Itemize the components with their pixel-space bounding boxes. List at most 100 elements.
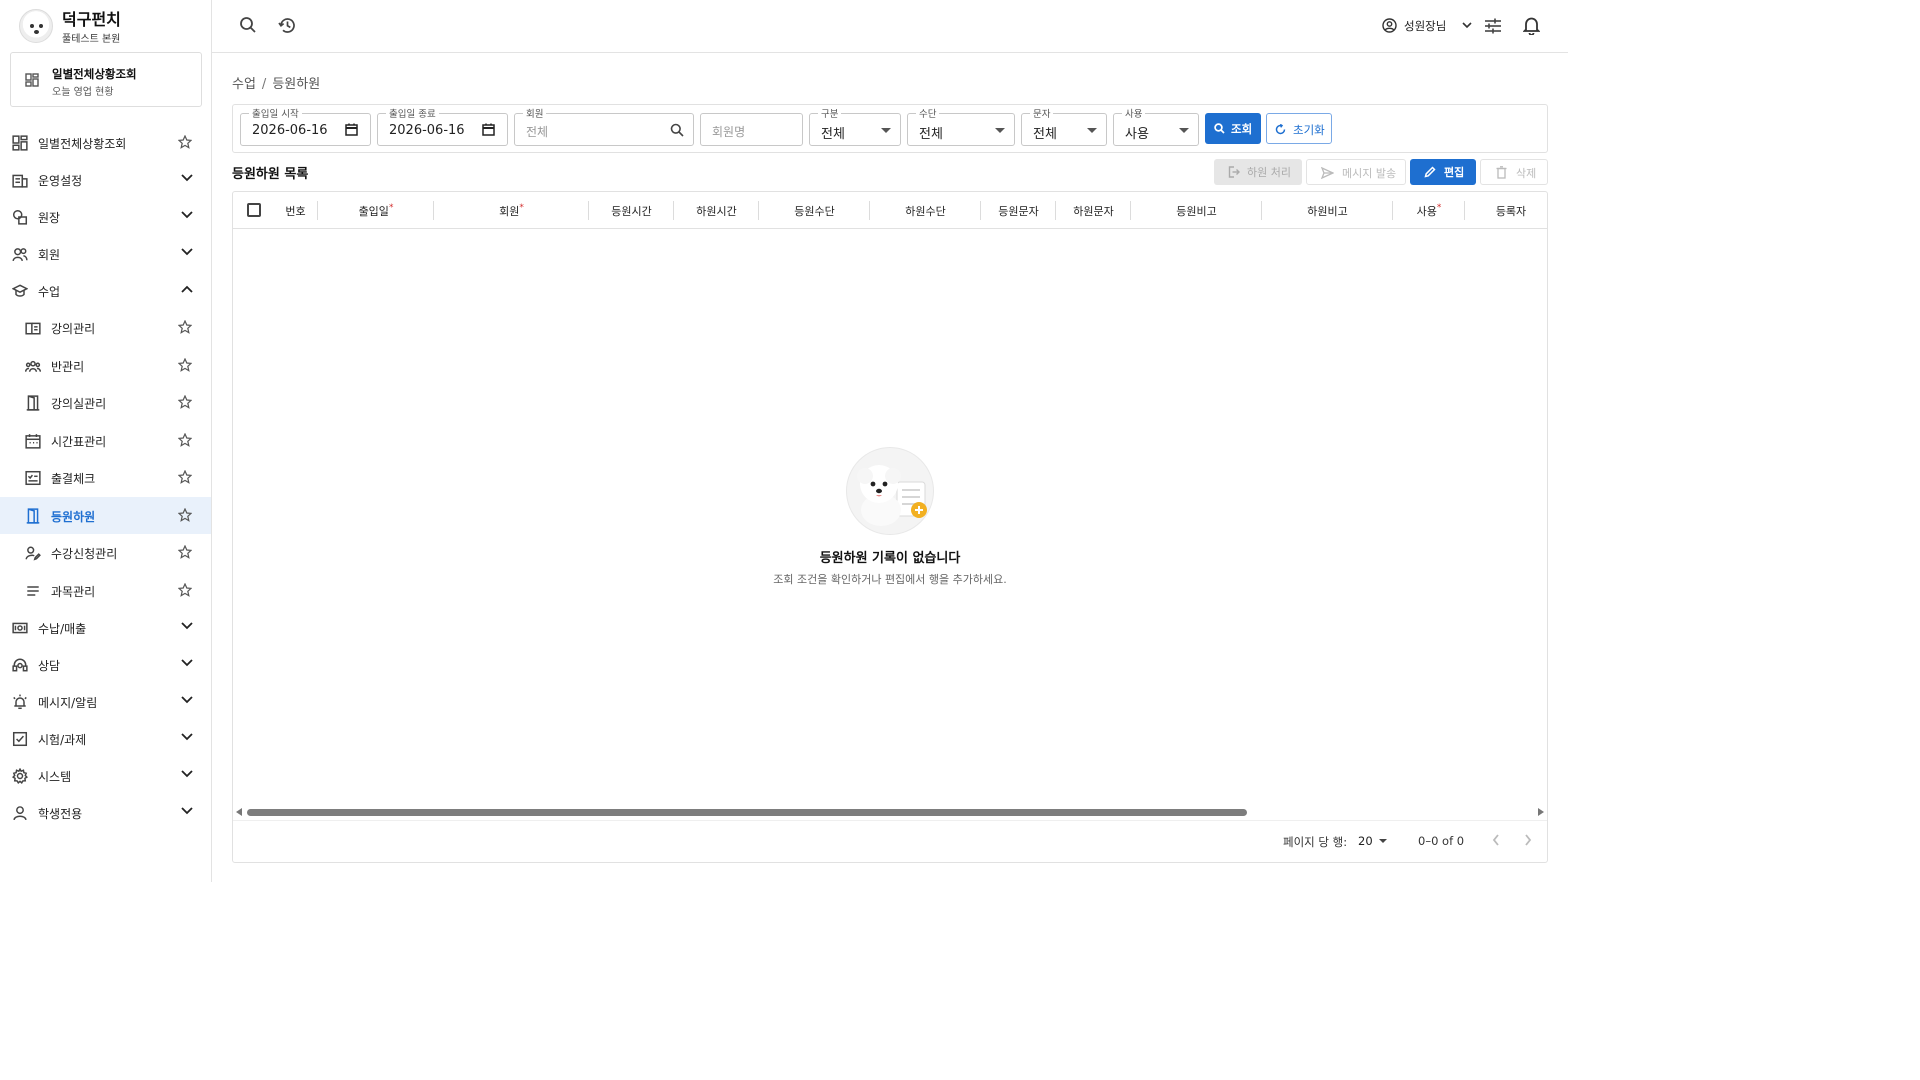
chevron-down-icon[interactable] <box>181 733 193 741</box>
scroll-left-arrow-icon[interactable] <box>236 808 242 816</box>
favorite-star-icon[interactable] <box>178 508 192 522</box>
favorite-star-icon[interactable] <box>178 395 192 409</box>
sidebar-item-label: 학생전용 <box>38 807 83 821</box>
brand-header[interactable]: 덕구펀치 풀테스트 본원 <box>0 0 211 52</box>
required-mark: * <box>1436 203 1442 213</box>
sidebar-item-label: 출결체크 <box>51 472 96 486</box>
column-header-label: 등원수단 <box>794 205 835 218</box>
next-page-icon[interactable] <box>1523 833 1533 847</box>
favorite-star-icon[interactable] <box>178 135 192 149</box>
sidebar-item[interactable]: 강의실관리 <box>0 384 211 421</box>
chevron-down-icon[interactable] <box>181 807 193 815</box>
column-header[interactable]: 등원시간 <box>589 192 674 229</box>
favorite-star-icon[interactable] <box>178 545 192 559</box>
column-header[interactable]: 등원문자 <box>981 192 1056 229</box>
checkout-button[interactable]: 하원 처리 <box>1214 159 1302 185</box>
chevron-up-icon[interactable] <box>181 285 193 293</box>
tune-settings-icon[interactable] <box>1484 17 1502 35</box>
method-select[interactable]: 수단 전체 <box>907 106 1015 146</box>
rows-per-page-select[interactable]: 20 <box>1358 834 1373 848</box>
horizontal-scrollbar[interactable] <box>233 805 1547 819</box>
chevron-down-icon[interactable] <box>181 211 193 219</box>
sidebar-item[interactable]: 학생전용 <box>0 794 211 831</box>
reset-button[interactable]: 초기화 <box>1266 113 1332 144</box>
search-icon[interactable] <box>239 16 257 34</box>
sidebar-item[interactable]: 출결체크 <box>0 459 211 496</box>
column-header[interactable]: 등록자 <box>1465 192 1557 229</box>
column-header[interactable]: 하원수단 <box>870 192 981 229</box>
chevron-down-icon[interactable] <box>181 696 193 704</box>
history-icon[interactable] <box>278 16 297 35</box>
sidebar-item[interactable]: 상담 <box>0 646 211 683</box>
column-header[interactable]: 등원비고 <box>1131 192 1262 229</box>
breadcrumb-parent[interactable]: 수업 <box>232 77 256 92</box>
sidebar-item[interactable]: 등원하원 <box>0 497 211 534</box>
chevron-down-icon[interactable] <box>181 622 193 630</box>
chevron-down-icon[interactable] <box>181 770 193 778</box>
sidebar-item[interactable]: 일별전체상황조회 <box>0 124 211 161</box>
member-name-input[interactable]: 회원명 <box>700 113 803 146</box>
sidebar-item[interactable]: 반관리 <box>0 347 211 384</box>
sidebar-item[interactable]: 시간표관리 <box>0 422 211 459</box>
end-date-field[interactable]: 출입일 종료 2026-06-16 <box>377 106 508 146</box>
sidebar-item[interactable]: 회원 <box>0 235 211 272</box>
scroll-right-arrow-icon[interactable] <box>1538 808 1544 816</box>
column-header-label: 하원수단 <box>905 205 946 218</box>
member-search-field[interactable]: 회원 전체 <box>514 106 694 146</box>
member-name-placeholder: 회원명 <box>712 125 746 139</box>
column-header[interactable]: 번호 <box>273 192 318 229</box>
required-mark: * <box>388 203 394 213</box>
sidebar-item-label: 수업 <box>38 285 61 299</box>
column-header[interactable]: 회원* <box>434 192 589 229</box>
favorite-star-icon[interactable] <box>178 583 192 597</box>
send-icon <box>1321 167 1334 179</box>
sidebar-item[interactable]: 시험/과제 <box>0 720 211 757</box>
column-header[interactable]: 하원문자 <box>1056 192 1131 229</box>
sidebar-item[interactable]: 수납/매출 <box>0 609 211 646</box>
favorite-star-icon[interactable] <box>178 470 192 484</box>
favorite-star-icon[interactable] <box>178 320 192 334</box>
sidebar-item[interactable]: 시스템 <box>0 757 211 794</box>
search-icon[interactable] <box>670 123 684 137</box>
column-header[interactable]: 사용* <box>1393 192 1465 229</box>
chevron-down-icon[interactable] <box>181 659 193 667</box>
sidebar-item[interactable]: 과목관리 <box>0 572 211 609</box>
chevron-down-icon[interactable] <box>181 248 193 256</box>
favorite-star-icon[interactable] <box>178 433 192 447</box>
calendar-icon[interactable] <box>345 123 358 136</box>
category-select[interactable]: 구분 전체 <box>809 106 901 146</box>
sidebar-item[interactable]: 운영설정 <box>0 161 211 198</box>
sidebar-item[interactable]: 수업 <box>0 272 211 309</box>
search-button[interactable]: 조회 <box>1205 113 1261 144</box>
sidebar-item[interactable]: 메시지/알림 <box>0 683 211 720</box>
start-date-field[interactable]: 출입일 시작 2026-06-16 <box>240 106 371 146</box>
sidebar-item[interactable]: 수강신청관리 <box>0 534 211 571</box>
column-header-label: 등록자 <box>1495 205 1527 218</box>
empty-state: 등원하원 기록이 없습니다 조회 조건을 확인하거나 편집에서 행을 추가하세요… <box>233 447 1547 587</box>
checkout-button-label: 하원 처리 <box>1247 166 1291 179</box>
send-message-button[interactable]: 메시지 발송 <box>1306 159 1406 185</box>
data-grid: 번호 출입일* 회원* 등원시간 하원시간 등원수단 하원수단 등원문자 하원문자 등원비고 하원비… <box>232 191 1548 863</box>
bell-icon[interactable] <box>1523 16 1540 35</box>
sidebar-item[interactable]: 원장 <box>0 198 211 235</box>
column-header[interactable]: 등원수단 <box>759 192 870 229</box>
column-header[interactable]: 하원시간 <box>674 192 759 229</box>
pencil-icon <box>1424 166 1436 178</box>
select-all-checkbox[interactable] <box>247 203 261 217</box>
scrollbar-thumb[interactable] <box>247 809 1247 816</box>
use-select[interactable]: 사용 사용 <box>1113 106 1199 146</box>
sidebar-item[interactable]: 강의관리 <box>0 309 211 346</box>
column-header[interactable]: 출입일* <box>318 192 434 229</box>
favorite-star-icon[interactable] <box>178 358 192 372</box>
previous-page-icon[interactable] <box>1491 833 1501 847</box>
dashboard-shortcut-card[interactable]: 일별전체상황조회 오늘 영업 현황 <box>10 52 202 107</box>
calendar-icon[interactable] <box>482 123 495 136</box>
sms-select[interactable]: 문자 전체 <box>1021 106 1107 146</box>
chevron-down-icon[interactable] <box>181 174 193 182</box>
breadcrumb-current: 등원하원 <box>272 77 321 92</box>
dropdown-arrow-icon[interactable] <box>1379 839 1387 843</box>
edit-button[interactable]: 편집 <box>1410 159 1476 185</box>
column-header[interactable]: 하원비고 <box>1262 192 1393 229</box>
sidebar-item-label: 일별전체상황조회 <box>38 137 127 151</box>
delete-button[interactable]: 삭제 <box>1480 159 1548 185</box>
